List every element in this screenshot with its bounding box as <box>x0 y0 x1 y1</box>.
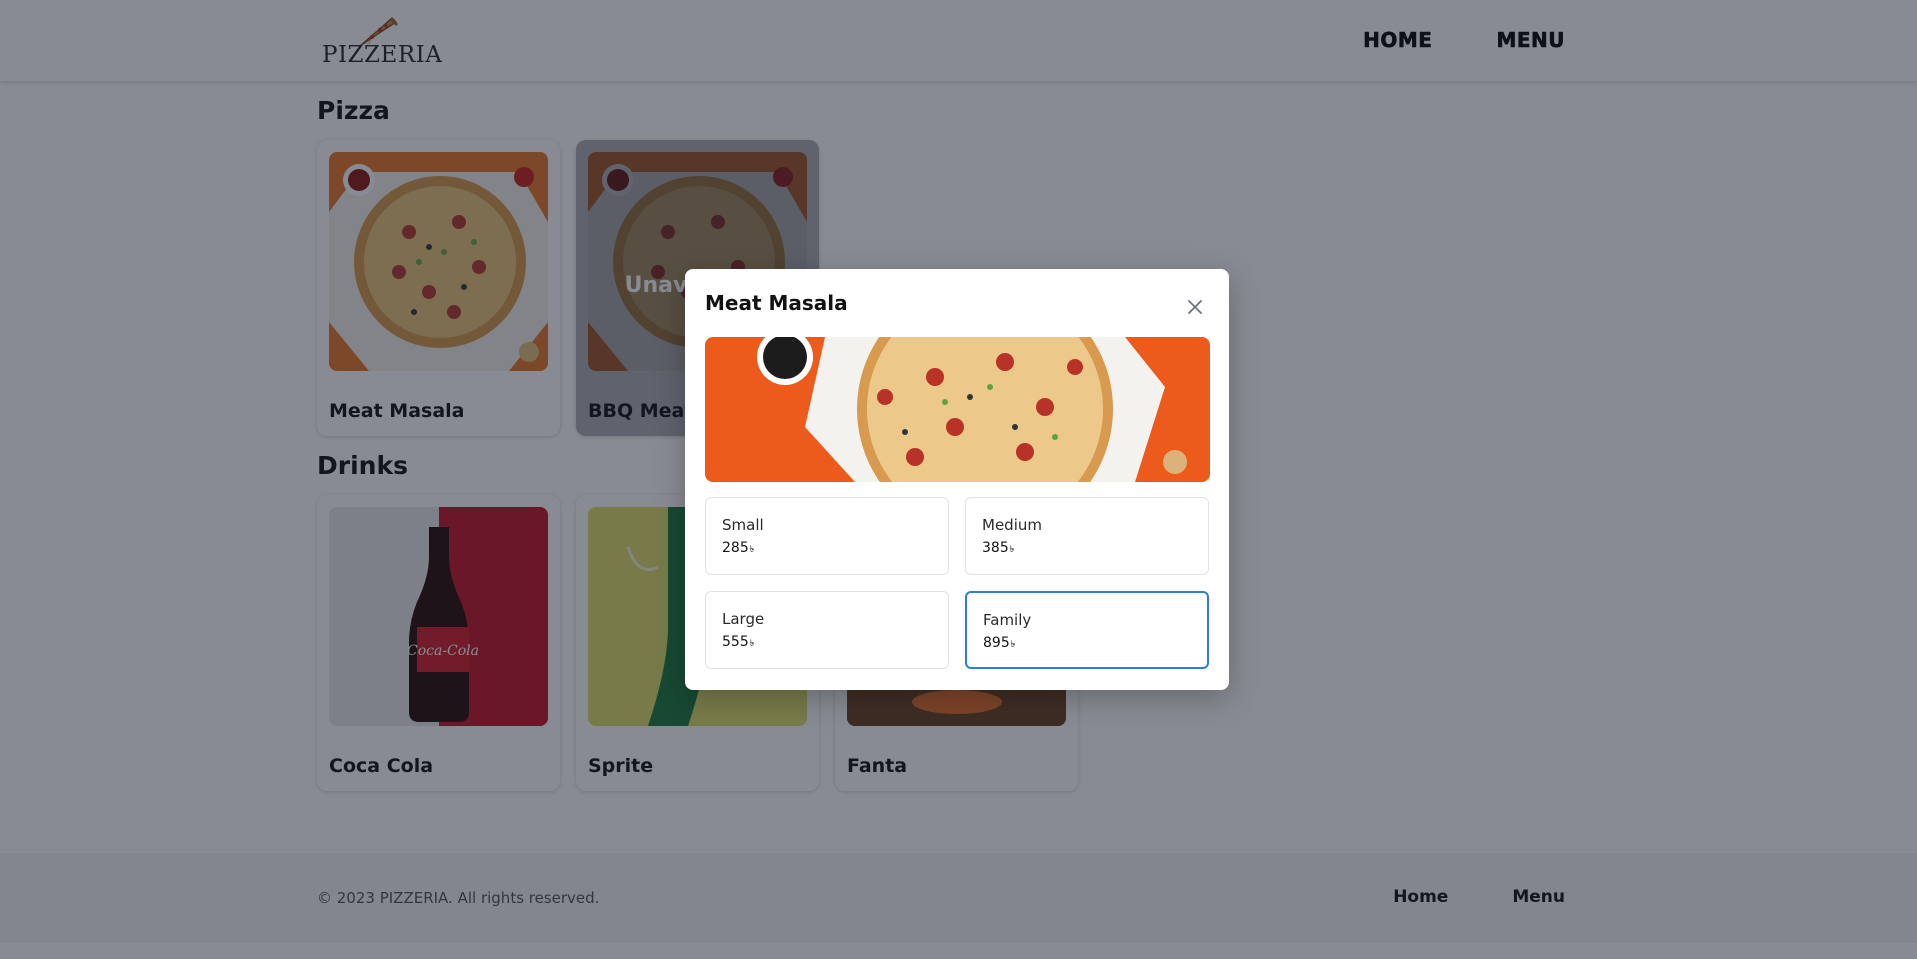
size-option-medium[interactable]: Medium 385৳ <box>965 497 1209 575</box>
modal-pizza-image <box>705 337 1210 482</box>
size-price: 555৳ <box>722 634 755 650</box>
modal-title: Meat Masala <box>705 291 848 315</box>
close-icon[interactable] <box>1183 295 1207 319</box>
size-option-large[interactable]: Large 555৳ <box>705 591 949 669</box>
size-price: 285৳ <box>722 540 755 556</box>
size-price: 895৳ <box>983 635 1016 651</box>
size-name: Large <box>722 610 765 628</box>
size-price: 385৳ <box>982 540 1015 556</box>
size-option-family[interactable]: Family 895৳ <box>965 591 1209 669</box>
size-select-modal: Meat Masala Small 285৳ Medium 385৳ Large… <box>685 269 1229 690</box>
size-option-small[interactable]: Small 285৳ <box>705 497 949 575</box>
size-name: Small <box>722 516 764 534</box>
size-name: Medium <box>982 516 1042 534</box>
size-name: Family <box>983 611 1032 629</box>
